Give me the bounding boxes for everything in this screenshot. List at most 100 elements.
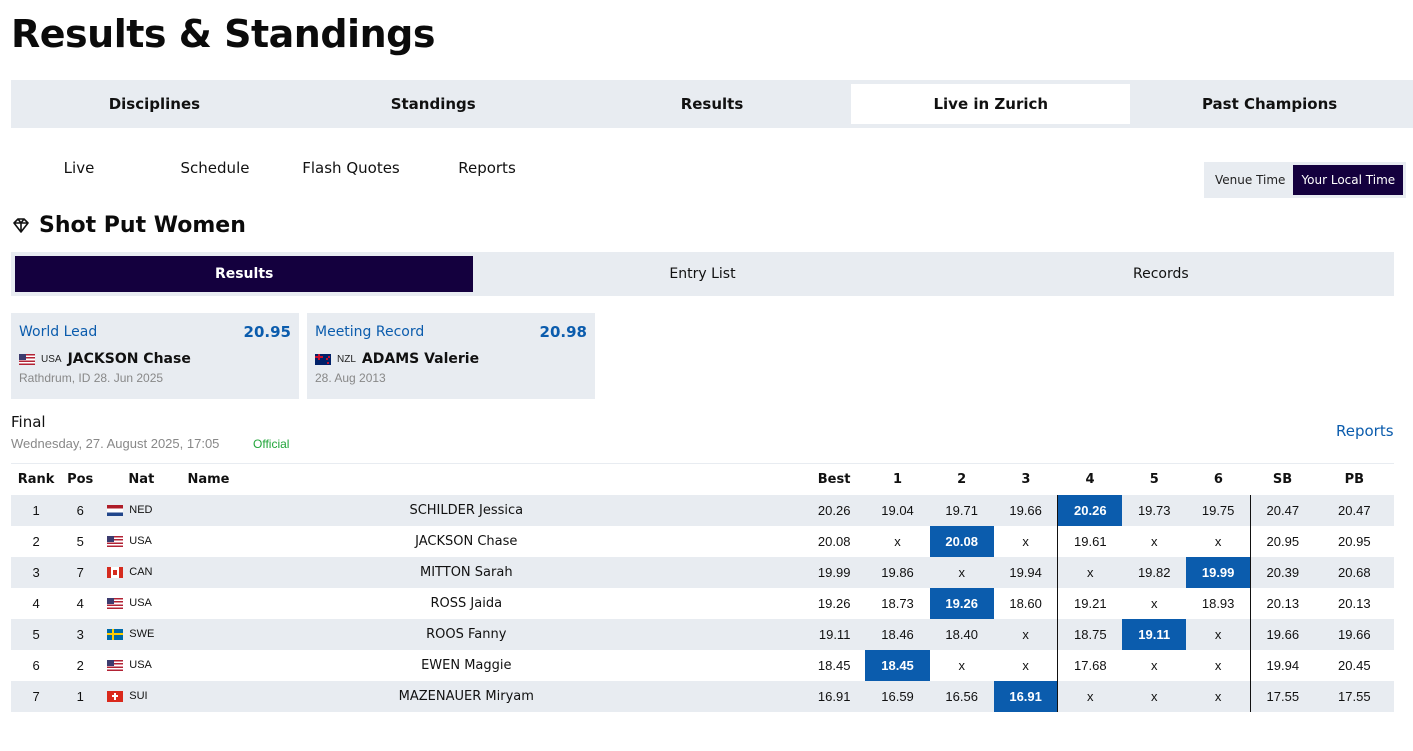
status-badge: Official xyxy=(253,437,290,451)
record-nat: NZL xyxy=(337,353,356,365)
attempt-1-cell: 19.04 xyxy=(865,494,930,526)
attempt-4-cell: 18.75 xyxy=(1057,618,1123,650)
nat-wrapper: USA xyxy=(99,659,183,671)
pos-cell: 6 xyxy=(61,494,100,526)
header-best: Best xyxy=(817,471,851,487)
athlete-name-link[interactable]: MAZENAUER Miryam xyxy=(183,680,746,712)
flag-icon xyxy=(107,597,124,609)
attempt-1-cell: 19.86 xyxy=(865,556,930,588)
best-cell: 18.45 xyxy=(817,657,851,673)
athlete-name-link[interactable]: ROSS Jaida xyxy=(183,588,745,619)
attempt-4-cell: 20.26 xyxy=(1057,494,1123,526)
flag-icon xyxy=(107,690,124,702)
table-header-row: Rank Pos Nat Name Best 1 2 3 4 5 6 SB PB xyxy=(11,464,1394,495)
pb-cell: 20.13 xyxy=(1338,595,1371,611)
attempt-1-cell: 18.73 xyxy=(881,595,914,611)
subtab-live[interactable]: Live xyxy=(11,150,147,186)
attempt-3-cell: 18.60 xyxy=(1009,595,1042,611)
sb-cell: 19.66 xyxy=(1249,618,1315,650)
pb-cell: 20.68 xyxy=(1314,556,1394,588)
nat-code: USA xyxy=(129,659,152,671)
main-tabs: Disciplines Standings Results Live in Zu… xyxy=(11,80,1413,128)
attempt-5-cell: x xyxy=(1150,533,1158,549)
header-attempt-6: 6 xyxy=(1213,471,1223,487)
athlete-name-link[interactable]: EWEN Maggie xyxy=(183,650,745,681)
tab-disciplines[interactable]: Disciplines xyxy=(15,84,294,124)
tab-past-champions[interactable]: Past Champions xyxy=(1130,84,1409,124)
nat-wrapper: NED xyxy=(99,504,183,516)
tab-results[interactable]: Results xyxy=(573,84,852,124)
attempt-6-cell: x xyxy=(1186,618,1251,650)
sb-cell: 20.39 xyxy=(1249,556,1315,588)
athlete-name-link[interactable]: JACKSON Chase xyxy=(183,526,745,557)
attempt-2-cell: 16.56 xyxy=(929,680,994,712)
best-cell: 16.91 xyxy=(745,680,866,712)
reports-link[interactable]: Reports xyxy=(1336,422,1394,440)
flag-icon xyxy=(107,504,124,516)
pb-cell: 20.95 xyxy=(1338,533,1371,549)
table-row: 7 1 SUI MAZENAUER Miryam 16.91 16.59 16.56 16.9… xyxy=(11,680,1394,712)
attempt-2-cell: 19.26 xyxy=(929,587,994,619)
pos-cell: 4 xyxy=(76,595,84,611)
attempt-5-cell: 19.82 xyxy=(1122,556,1187,588)
attempt-3-cell: x xyxy=(1022,533,1029,549)
nat-cell: USA xyxy=(99,650,183,681)
nat-cell: USA xyxy=(99,526,183,557)
event-tabs: Results Entry List Records xyxy=(11,252,1394,296)
record-mark: 20.95 xyxy=(243,323,291,341)
results-table: Rank Pos Nat Name Best 1 2 3 4 5 6 SB PB… xyxy=(11,463,1394,712)
record-nat: USA xyxy=(41,353,62,365)
flag-icon xyxy=(19,353,35,365)
table-row: 4 4 USA ROSS Jaida 19.26 18.73 19.26 18.60 19.21… xyxy=(11,587,1394,619)
round-date: Wednesday, 27. August 2025, 17:05 xyxy=(11,436,220,451)
flag-icon xyxy=(315,353,331,365)
attempt-5-cell: x xyxy=(1150,595,1158,611)
event-tab-entry-list[interactable]: Entry List xyxy=(473,256,931,292)
venue-time-button[interactable]: Venue Time xyxy=(1207,165,1293,195)
record-meta: Rathdrum, ID 28. Jun 2025 xyxy=(19,371,164,385)
nat-wrapper: SUI xyxy=(99,690,183,702)
record-label: World Lead xyxy=(19,324,98,340)
tab-live-in-zurich[interactable]: Live in Zurich xyxy=(851,84,1131,124)
nat-cell: USA xyxy=(99,588,183,619)
nat-cell: NED xyxy=(99,494,184,526)
attempt-4-cell: 19.21 xyxy=(1057,587,1123,619)
attempt-2-cell: 19.71 xyxy=(929,494,994,526)
nat-code: SWE xyxy=(129,628,155,640)
record-athlete: JACKSON Chase xyxy=(67,351,191,367)
best-cell: 19.11 xyxy=(745,618,866,650)
event-tab-records[interactable]: Records xyxy=(932,256,1390,292)
header-attempt-4: 4 xyxy=(1085,471,1095,487)
event-name: Shot Put Women xyxy=(39,213,246,238)
sb-cell: 17.55 xyxy=(1249,680,1315,712)
athlete-name-link[interactable]: ROOS Fanny xyxy=(183,618,746,650)
pos-cell: 1 xyxy=(61,680,100,712)
subtab-flash-quotes[interactable]: Flash Quotes xyxy=(283,150,419,186)
table-row: 2 5 USA JACKSON Chase 20.08 x 20.08 x 19.61 x x 20.… xyxy=(11,525,1394,557)
attempt-2-cell: x xyxy=(958,657,965,673)
attempt-6-cell: x xyxy=(1214,533,1222,549)
flag-icon xyxy=(107,566,124,578)
pos-cell: 3 xyxy=(61,618,100,650)
table-row: 6 2 USA EWEN Maggie 18.45 18.45 x x 17.68 x x 19.94… xyxy=(11,649,1394,681)
pos-cell: 5 xyxy=(76,533,84,549)
header-attempt-3: 3 xyxy=(1021,471,1031,487)
best-cell: 20.26 xyxy=(745,494,866,526)
nat-wrapper: CAN xyxy=(99,566,183,578)
header-rank: Rank xyxy=(17,471,55,487)
tab-standings[interactable]: Standings xyxy=(294,84,573,124)
rank-cell: 5 xyxy=(11,618,62,650)
subtab-reports[interactable]: Reports xyxy=(419,150,555,186)
local-time-button[interactable]: Your Local Time xyxy=(1293,165,1404,195)
attempt-6-cell: x xyxy=(1186,680,1251,712)
subtab-schedule[interactable]: Schedule xyxy=(147,150,283,186)
record-mark: 20.98 xyxy=(539,323,587,341)
attempt-2-cell: x xyxy=(929,556,994,588)
athlete-name-link[interactable]: SCHILDER Jessica xyxy=(183,494,746,526)
attempt-3-cell: 16.91 xyxy=(993,680,1058,712)
athlete-name-link[interactable]: MITTON Sarah xyxy=(183,556,746,588)
rank-cell: 3 xyxy=(11,556,62,588)
event-tab-results[interactable]: Results xyxy=(15,256,474,292)
attempt-4-cell: 17.68 xyxy=(1057,649,1123,681)
attempt-1-cell: 18.45 xyxy=(865,649,930,681)
